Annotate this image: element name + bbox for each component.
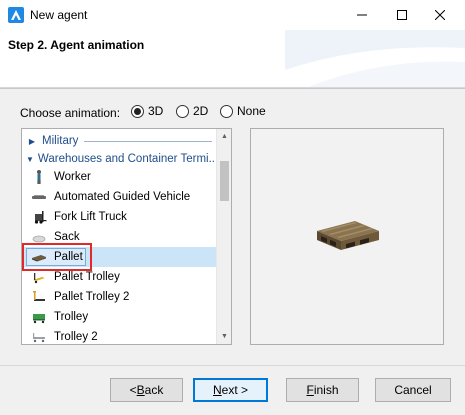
wizard-header: Step 2. Agent animation <box>0 30 465 88</box>
choose-animation-label: Choose animation: <box>20 106 121 120</box>
cancel-button[interactable]: Cancel <box>375 378 451 402</box>
animation-preview <box>250 128 444 345</box>
close-button[interactable] <box>422 0 458 30</box>
header-decoration <box>285 30 465 87</box>
pallet-trolley-2-icon <box>31 289 47 305</box>
worker-icon <box>31 169 47 185</box>
list-item-trolley-2[interactable]: Trolley 2 <box>22 327 218 344</box>
pallet-3d-preview-icon <box>317 221 379 250</box>
anylogic-app-icon <box>8 7 24 23</box>
radio-2d[interactable]: 2D <box>176 104 208 118</box>
radio-2d-label: 2D <box>193 104 209 118</box>
trolley-icon <box>31 309 47 325</box>
list-item-label: Pallet Trolley <box>54 271 120 283</box>
list-item-agv[interactable]: Automated Guided Vehicle <box>22 187 218 207</box>
pallet-trolley-icon <box>31 269 47 285</box>
list-item-worker[interactable]: Worker <box>22 167 218 187</box>
animation-list[interactable]: ▶ Military ▼ Warehouses and Container Te… <box>21 128 232 345</box>
title-bar: New agent <box>0 0 465 30</box>
list-item-pallet-trolley-2[interactable]: Pallet Trolley 2 <box>22 287 218 307</box>
back-button[interactable]: < Back <box>110 378 183 402</box>
chevron-right-icon[interactable]: ▶ <box>26 137 38 146</box>
radio-3d[interactable]: 3D <box>131 104 163 118</box>
header-separator <box>0 88 465 89</box>
radio-none-circle[interactable] <box>220 104 233 118</box>
group-military-label: Military <box>42 135 79 147</box>
next-button[interactable]: Next > <box>193 378 268 402</box>
scroll-thumb[interactable] <box>220 161 229 201</box>
scroll-up-arrow-icon[interactable]: ▲ <box>217 129 231 144</box>
list-scrollbar[interactable]: ▲ ▼ <box>216 129 231 344</box>
radio-3d-label: 3D <box>148 104 164 118</box>
close-icon <box>435 10 445 20</box>
list-item-label: Sack <box>54 231 80 243</box>
group-divider <box>84 140 212 142</box>
agv-icon <box>31 189 47 205</box>
list-item-label: Worker <box>54 171 91 183</box>
scroll-down-arrow-icon[interactable]: ▼ <box>217 329 231 344</box>
list-item-label: Fork Lift Truck <box>54 211 127 223</box>
list-item-label: Pallet <box>54 251 83 263</box>
forklift-icon <box>31 209 47 225</box>
group-military[interactable]: ▶ Military <box>22 131 218 151</box>
pallet-icon <box>31 249 47 265</box>
maximize-button[interactable] <box>384 0 420 30</box>
radio-2d-circle[interactable] <box>176 104 189 118</box>
finish-button[interactable]: Finish <box>286 378 359 402</box>
group-warehouses-label: Warehouses and Container Termi... <box>37 153 218 165</box>
radio-3d-circle[interactable] <box>131 104 144 118</box>
group-warehouses[interactable]: ▼ Warehouses and Container Termi... <box>22 149 218 169</box>
list-item-trolley[interactable]: Trolley <box>22 307 218 327</box>
footer-separator <box>0 365 465 366</box>
list-item-label: Trolley 2 <box>54 331 98 343</box>
list-item-label: Trolley <box>54 311 89 323</box>
window-title: New agent <box>30 8 88 22</box>
minimize-icon <box>357 14 367 16</box>
radio-none-label: None <box>237 104 266 118</box>
minimize-button[interactable] <box>344 0 380 30</box>
list-item-label: Pallet Trolley 2 <box>54 291 130 303</box>
radio-none[interactable]: None <box>220 104 266 118</box>
step-title: Step 2. Agent animation <box>8 38 145 52</box>
list-item-label: Automated Guided Vehicle <box>54 191 191 203</box>
maximize-icon <box>397 10 407 20</box>
list-item-forklift[interactable]: Fork Lift Truck <box>22 207 218 227</box>
chevron-down-icon[interactable]: ▼ <box>26 155 34 164</box>
trolley-2-icon <box>31 329 47 344</box>
